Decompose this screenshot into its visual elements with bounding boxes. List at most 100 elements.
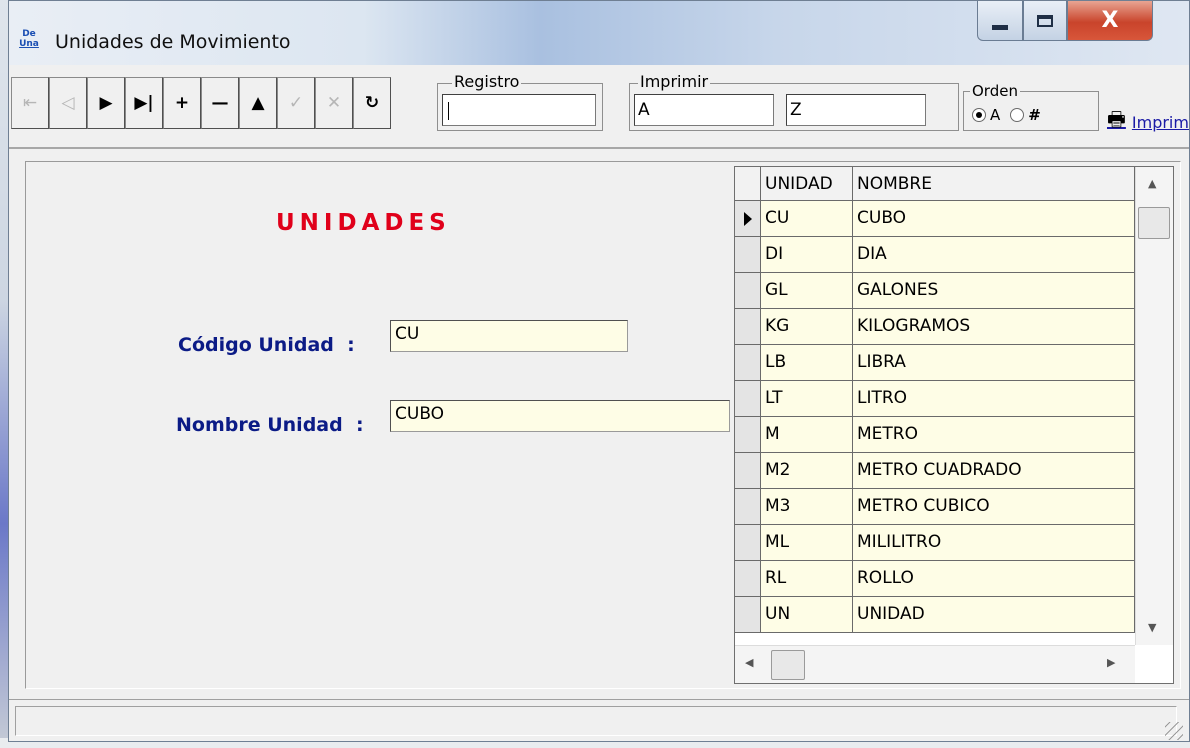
units-grid[interactable]: UNIDAD NOMBRE CU CUBO DI DIA GL GALONES KG KILO… bbox=[734, 166, 1174, 684]
delete-record-button[interactable]: — bbox=[201, 77, 239, 129]
registro-input[interactable] bbox=[442, 94, 596, 126]
table-row[interactable]: LB LIBRA bbox=[735, 345, 1135, 381]
row-indicator[interactable] bbox=[735, 453, 761, 489]
cell-unidad[interactable]: M bbox=[761, 417, 853, 453]
table-row[interactable]: RL ROLLO bbox=[735, 561, 1135, 597]
orden-radio-num[interactable] bbox=[1010, 108, 1025, 122]
app-icon-text-top: De bbox=[22, 29, 36, 39]
cell-nombre[interactable]: LIBRA bbox=[853, 345, 1135, 381]
table-row[interactable]: LT LITRO bbox=[735, 381, 1135, 417]
row-indicator[interactable] bbox=[735, 381, 761, 417]
scroll-down-icon[interactable]: ▼ bbox=[1148, 621, 1156, 634]
imprimir-from-input[interactable]: A bbox=[634, 94, 774, 126]
row-indicator[interactable] bbox=[735, 525, 761, 561]
close-button[interactable]: X bbox=[1067, 1, 1153, 41]
cell-nombre[interactable]: METRO CUADRADO bbox=[853, 453, 1135, 489]
orden-options: A # bbox=[972, 106, 1041, 124]
cell-nombre[interactable]: CUBO bbox=[853, 201, 1135, 237]
scroll-right-icon[interactable]: ▶ bbox=[1107, 656, 1115, 669]
table-row[interactable]: DI DIA bbox=[735, 237, 1135, 273]
cell-nombre[interactable]: MILILITRO bbox=[853, 525, 1135, 561]
first-record-button[interactable]: ⇤ bbox=[11, 77, 49, 129]
cell-unidad[interactable]: CU bbox=[761, 201, 853, 237]
cell-unidad[interactable]: GL bbox=[761, 273, 853, 309]
table-row[interactable]: M3 METRO CUBICO bbox=[735, 489, 1135, 525]
minimize-button[interactable] bbox=[977, 1, 1023, 41]
codigo-unidad-input[interactable]: CU bbox=[390, 320, 628, 352]
imprimir-group: Imprimir A Z bbox=[629, 73, 959, 131]
cell-unidad[interactable]: DI bbox=[761, 237, 853, 273]
printer-icon: 🖶 bbox=[1107, 107, 1126, 131]
cell-unidad[interactable]: ML bbox=[761, 525, 853, 561]
table-row[interactable]: M METRO bbox=[735, 417, 1135, 453]
cell-unidad[interactable]: LT bbox=[761, 381, 853, 417]
print-link[interactable]: 🖶 Imprimi bbox=[1107, 105, 1189, 139]
cell-nombre[interactable]: UNIDAD bbox=[853, 597, 1135, 633]
scroll-up-icon[interactable]: ▲ bbox=[1148, 177, 1156, 190]
toolbar: ⇤ ◁ ▶ ▶| + — ▲ ✓ ✕ ↻ Registro Imprimir A Z Orden … bbox=[9, 65, 1189, 149]
horizontal-scrollbar[interactable]: ◀ ▶ bbox=[735, 645, 1135, 683]
table-row[interactable]: KG KILOGRAMOS bbox=[735, 309, 1135, 345]
cell-unidad[interactable]: UN bbox=[761, 597, 853, 633]
row-indicator[interactable] bbox=[735, 561, 761, 597]
row-indicator[interactable] bbox=[735, 237, 761, 273]
prev-record-button[interactable]: ◁ bbox=[49, 77, 87, 129]
cell-nombre[interactable]: LITRO bbox=[853, 381, 1135, 417]
plus-icon: + bbox=[174, 93, 190, 113]
insert-record-button[interactable]: + bbox=[163, 77, 201, 129]
cell-nombre[interactable]: METRO bbox=[853, 417, 1135, 453]
cell-nombre[interactable]: KILOGRAMOS bbox=[853, 309, 1135, 345]
cell-unidad[interactable]: M3 bbox=[761, 489, 853, 525]
column-header-nombre[interactable]: NOMBRE bbox=[853, 167, 1135, 201]
cell-unidad[interactable]: RL bbox=[761, 561, 853, 597]
cancel-icon: ✕ bbox=[326, 93, 342, 113]
cancel-record-button[interactable]: ✕ bbox=[315, 77, 353, 129]
title-bar[interactable]: De Una Unidades de Movimiento X bbox=[9, 1, 1189, 65]
table-row[interactable]: ML MILILITRO bbox=[735, 525, 1135, 561]
check-icon: ✓ bbox=[288, 93, 304, 113]
table-row[interactable]: M2 METRO CUADRADO bbox=[735, 453, 1135, 489]
last-record-button[interactable]: ▶| bbox=[125, 77, 163, 129]
row-indicator[interactable] bbox=[735, 309, 761, 345]
row-indicator[interactable] bbox=[735, 417, 761, 453]
text-cursor bbox=[448, 102, 449, 120]
nombre-label-text: Nombre Unidad bbox=[176, 414, 343, 436]
next-record-button[interactable]: ▶ bbox=[87, 77, 125, 129]
resize-grip-icon[interactable] bbox=[1165, 722, 1183, 740]
imprimir-label: Imprimir bbox=[638, 72, 711, 91]
orden-radio-alpha-label: A bbox=[990, 106, 1001, 124]
scroll-left-icon[interactable]: ◀ bbox=[745, 656, 753, 669]
cell-unidad[interactable]: M2 bbox=[761, 453, 853, 489]
cell-nombre[interactable]: METRO CUBICO bbox=[853, 489, 1135, 525]
cell-nombre[interactable]: GALONES bbox=[853, 273, 1135, 309]
row-indicator[interactable] bbox=[735, 273, 761, 309]
refresh-icon: ↻ bbox=[364, 93, 380, 113]
maximize-button[interactable] bbox=[1023, 1, 1067, 41]
prev-icon: ◁ bbox=[61, 93, 75, 113]
row-indicator[interactable] bbox=[735, 345, 761, 381]
cell-unidad[interactable]: KG bbox=[761, 309, 853, 345]
table-row[interactable]: UN UNIDAD bbox=[735, 597, 1135, 633]
maximize-icon bbox=[1037, 14, 1053, 27]
cell-unidad[interactable]: LB bbox=[761, 345, 853, 381]
post-record-button[interactable]: ✓ bbox=[277, 77, 315, 129]
cell-nombre[interactable]: DIA bbox=[853, 237, 1135, 273]
status-panel bbox=[15, 706, 1177, 736]
vertical-scrollbar[interactable]: ▲ ▼ bbox=[1135, 167, 1173, 645]
table-row[interactable]: GL GALONES bbox=[735, 273, 1135, 309]
up-icon: ▲ bbox=[251, 93, 265, 113]
minimize-icon bbox=[992, 25, 1008, 30]
row-indicator[interactable] bbox=[735, 597, 761, 633]
table-row[interactable]: CU CUBO bbox=[735, 201, 1135, 237]
cell-nombre[interactable]: ROLLO bbox=[853, 561, 1135, 597]
imprimir-to-input[interactable]: Z bbox=[786, 94, 926, 126]
column-header-unidad[interactable]: UNIDAD bbox=[761, 167, 853, 201]
row-indicator[interactable] bbox=[735, 489, 761, 525]
orden-radio-alpha[interactable] bbox=[972, 108, 986, 122]
refresh-record-button[interactable]: ↻ bbox=[353, 77, 391, 129]
nombre-unidad-input[interactable]: CUBO bbox=[390, 400, 730, 432]
horizontal-scroll-thumb[interactable] bbox=[771, 650, 805, 680]
edit-record-button[interactable]: ▲ bbox=[239, 77, 277, 129]
row-indicator[interactable] bbox=[735, 201, 761, 237]
vertical-scroll-thumb[interactable] bbox=[1138, 207, 1170, 239]
